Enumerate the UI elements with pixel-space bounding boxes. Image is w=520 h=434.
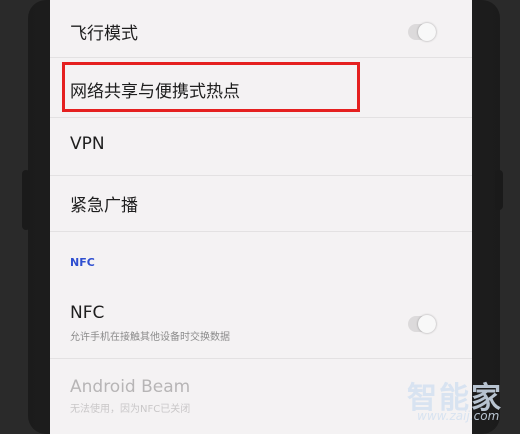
android-beam-description: 无法使用，因为NFC已关闭 — [70, 404, 191, 415]
vpn-row[interactable]: VPN — [50, 118, 472, 176]
airplane-mode-toggle[interactable] — [408, 23, 436, 41]
phone-side-button-left — [22, 170, 30, 230]
nfc-label: NFC — [70, 303, 105, 323]
hotspot-label: 网络共享与便携式热点 — [70, 82, 240, 102]
airplane-mode-row[interactable]: 飞行模式 — [50, 0, 472, 58]
watermark: 智能家 www.zaij.com — [405, 371, 510, 431]
emergency-broadcast-label: 紧急广播 — [70, 196, 138, 216]
nfc-section-header: NFC — [70, 256, 95, 269]
android-beam-label: Android Beam — [70, 377, 191, 397]
nfc-description: 允许手机在接触其他设备时交换数据 — [70, 332, 230, 343]
hotspot-row[interactable]: 网络共享与便携式热点 — [50, 58, 472, 118]
phone-side-button-right — [495, 170, 503, 210]
settings-screen: 飞行模式 网络共享与便携式热点 VPN 紧急广播 NFC NFC 允许手机在接触… — [50, 0, 472, 434]
watermark-url: www.zaij.com — [417, 409, 500, 423]
nfc-toggle[interactable] — [408, 315, 436, 333]
nfc-row[interactable]: NFC 允许手机在接触其他设备时交换数据 — [50, 286, 472, 359]
airplane-mode-label: 飞行模式 — [70, 24, 138, 44]
vpn-label: VPN — [70, 134, 105, 154]
emergency-broadcast-row[interactable]: 紧急广播 — [50, 176, 472, 232]
